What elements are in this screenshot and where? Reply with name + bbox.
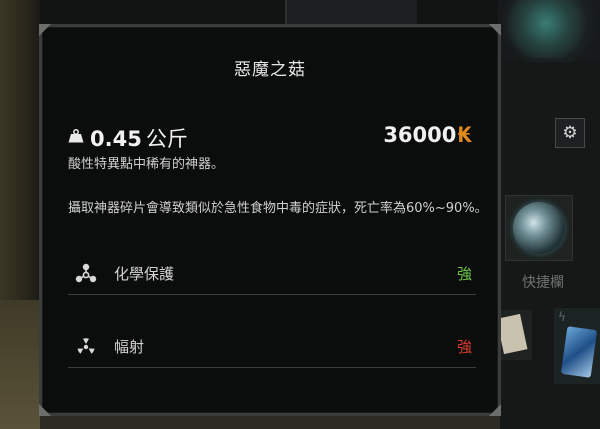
item-price: 36000₭ — [383, 123, 472, 147]
property-label: 幅射 — [114, 338, 145, 356]
paper-item-icon — [496, 313, 528, 355]
artifact-slot[interactable] — [505, 195, 573, 261]
property-row-radiation: 幅射 強 — [68, 327, 476, 368]
weight-unit: 公斤 — [145, 127, 188, 151]
radiation-icon — [77, 338, 95, 354]
item-weight: 0.45 公斤 — [90, 123, 188, 153]
corner-decoration — [39, 24, 51, 36]
corner-decoration — [39, 404, 51, 416]
artifact-orb-icon — [513, 202, 565, 254]
property-value: 強 — [456, 338, 472, 356]
gear-icon: ⚙ — [562, 123, 578, 143]
background-top-strip — [285, 0, 417, 25]
property-row-chemical: 化學保護 強 — [68, 254, 476, 295]
weight-icon — [68, 129, 84, 143]
quickbar-label: 快捷欄 — [522, 275, 564, 291]
price-value: 36000 — [383, 123, 457, 147]
lightning-icon: ϟ — [558, 310, 566, 324]
item-title: 惡魔之菇 — [234, 60, 306, 80]
weight-value: 0.45 — [90, 127, 142, 151]
equipment-item-image — [505, 0, 587, 58]
item-tooltip: 惡魔之菇 0.45 公斤 36000₭ 酸性特異點中稀有的神器。 攝取神器碎片會導… — [39, 24, 501, 416]
item-stats-row: 0.45 公斤 36000₭ — [68, 123, 472, 151]
biohazard-icon — [75, 263, 97, 283]
property-value: 強 — [456, 265, 472, 283]
energy-drink-icon — [560, 326, 598, 378]
background-left-bottom — [0, 300, 40, 429]
currency-icon: ₭ — [457, 123, 472, 147]
corner-decoration — [489, 24, 501, 36]
property-label: 化學保護 — [114, 265, 175, 283]
background-top — [40, 0, 500, 25]
quickbar-slot-1[interactable] — [496, 310, 532, 360]
item-subtitle: 酸性特異點中稀有的神器。 — [68, 157, 225, 172]
quickbar-slot-2[interactable]: ϟ — [554, 308, 600, 384]
item-description: 攝取神器碎片會導致類似於急性食物中毒的症狀，死亡率為60%~90%。 — [68, 201, 488, 216]
settings-button[interactable]: ⚙ — [555, 118, 585, 148]
corner-decoration — [489, 404, 501, 416]
